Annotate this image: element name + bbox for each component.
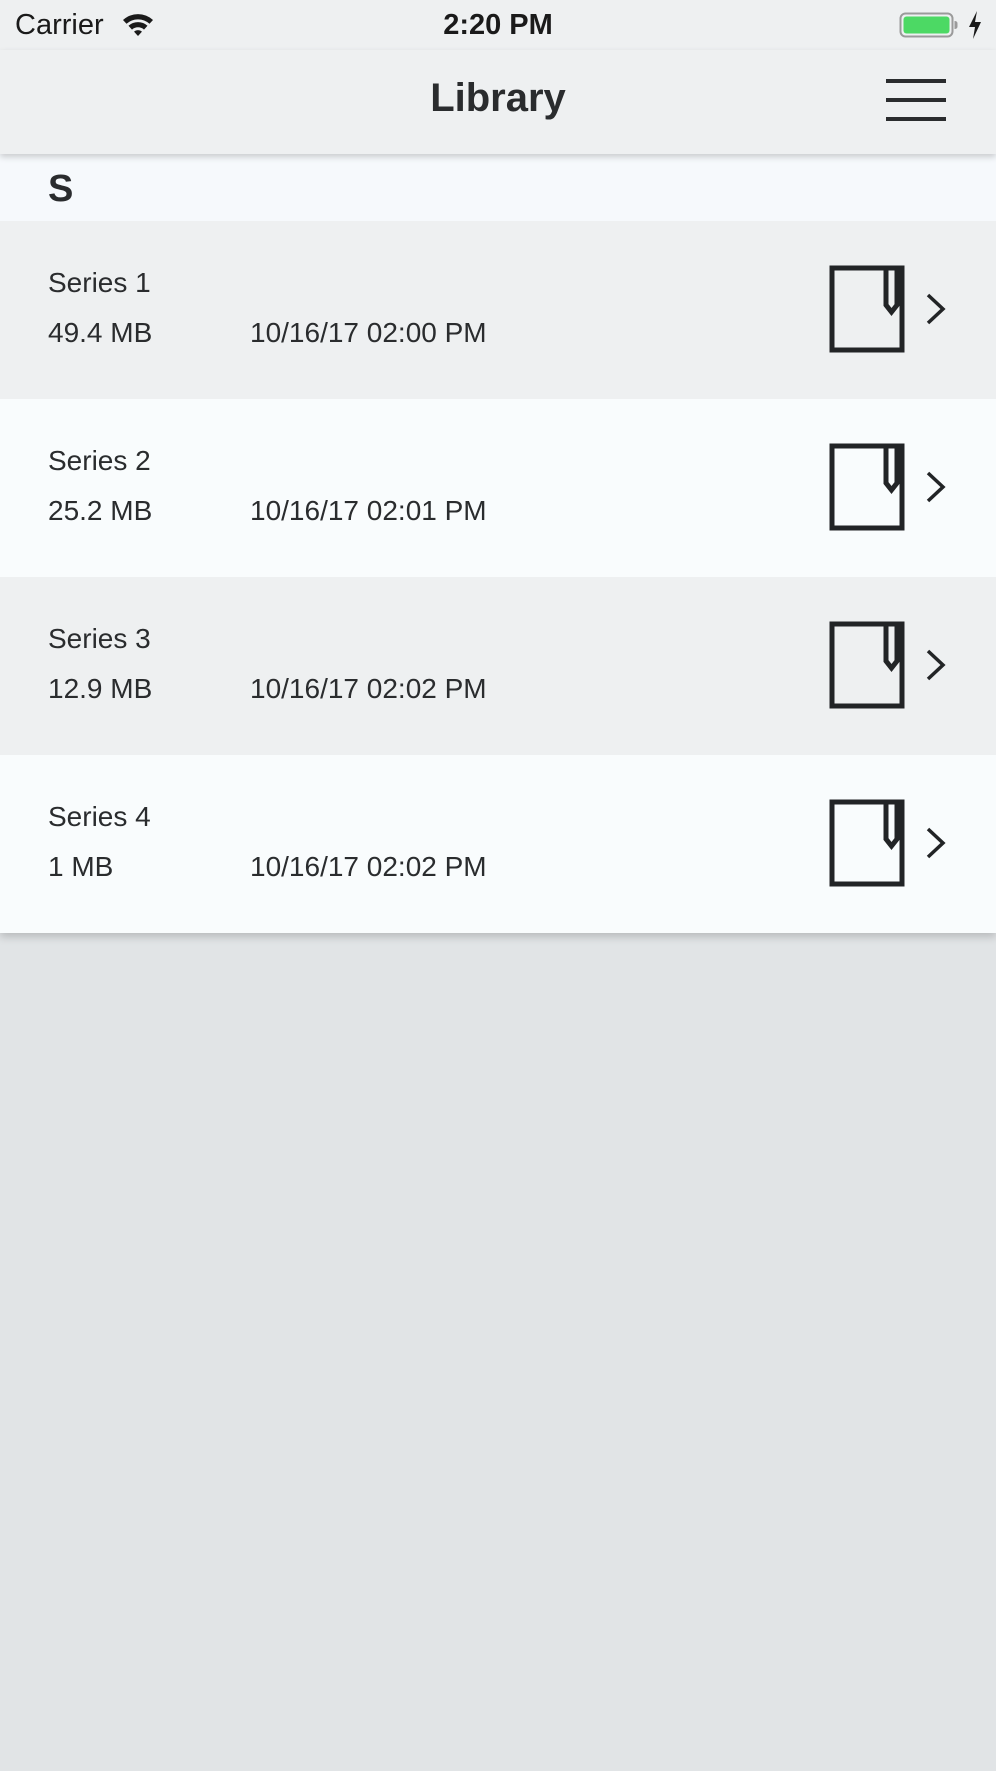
file-icon bbox=[829, 621, 905, 709]
list-item[interactable]: Series 3 12.9 MB 10/16/17 02:02 PM bbox=[0, 577, 996, 755]
item-size: 12.9 MB bbox=[48, 673, 153, 704]
library-list: S Series 1 49.4 MB 10/16/17 02:00 PM Ser… bbox=[0, 154, 996, 933]
status-time: 2:20 PM bbox=[443, 9, 553, 41]
file-icon bbox=[829, 265, 905, 353]
section-letter: S bbox=[48, 168, 74, 210]
chevron-right-icon bbox=[926, 471, 946, 503]
page-title: Library bbox=[430, 76, 566, 120]
file-icon bbox=[829, 443, 905, 531]
file-icon bbox=[829, 799, 905, 887]
item-size: 1 MB bbox=[48, 851, 114, 882]
battery-icon bbox=[899, 12, 958, 38]
item-name: Series 1 bbox=[48, 267, 151, 298]
chevron-right-icon bbox=[926, 649, 946, 681]
hamburger-menu-icon[interactable] bbox=[883, 76, 949, 126]
item-date: 10/16/17 02:02 PM bbox=[250, 673, 487, 704]
item-date: 10/16/17 02:02 PM bbox=[250, 851, 487, 882]
item-date: 10/16/17 02:01 PM bbox=[250, 495, 487, 526]
chevron-right-icon bbox=[926, 827, 946, 859]
item-name: Series 3 bbox=[48, 623, 151, 654]
section-header: S bbox=[0, 154, 996, 221]
item-name: Series 4 bbox=[48, 801, 151, 832]
chevron-right-icon bbox=[926, 293, 946, 325]
list-item[interactable]: Series 4 1 MB 10/16/17 02:02 PM bbox=[0, 755, 996, 933]
charging-bolt-icon bbox=[969, 11, 981, 39]
item-date: 10/16/17 02:00 PM bbox=[250, 317, 487, 348]
navigation-bar: Library bbox=[0, 50, 996, 154]
item-size: 49.4 MB bbox=[48, 317, 153, 348]
list-item[interactable]: Series 2 25.2 MB 10/16/17 02:01 PM bbox=[0, 399, 996, 577]
item-size: 25.2 MB bbox=[48, 495, 153, 526]
status-bar: Carrier 2:20 PM bbox=[0, 0, 996, 50]
list-item[interactable]: Series 1 49.4 MB 10/16/17 02:00 PM bbox=[0, 221, 996, 399]
item-name: Series 2 bbox=[48, 445, 151, 476]
